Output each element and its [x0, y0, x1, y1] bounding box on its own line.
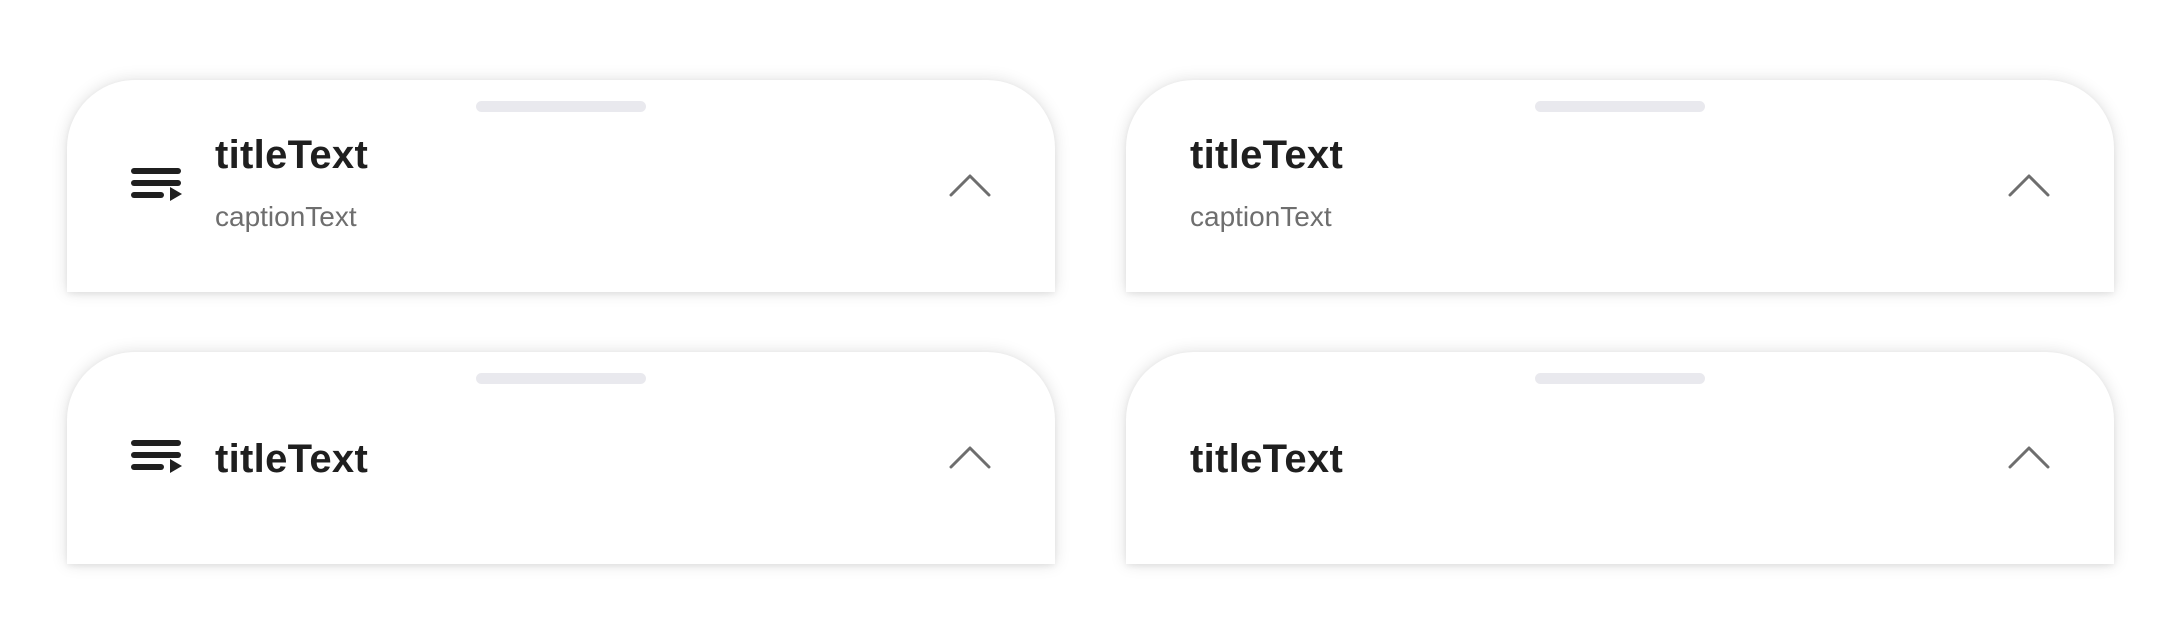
bottom-sheet-header-icon-caption: titleText captionText [67, 80, 1055, 292]
bottom-sheet-header-icon: titleText [67, 352, 1055, 564]
sheet-title: titleText [1190, 437, 1344, 481]
sheet-caption: captionText [215, 201, 357, 232]
playlist-play-icon [131, 440, 182, 473]
drag-handle[interactable] [476, 373, 646, 384]
drag-handle[interactable] [476, 101, 646, 112]
sheet-title: titleText [1190, 133, 1344, 177]
drag-handle[interactable] [1535, 101, 1705, 112]
sheet-title: titleText [215, 133, 369, 177]
chevron-up-icon[interactable] [2008, 172, 2050, 198]
chevron-up-icon[interactable] [2008, 444, 2050, 470]
drag-handle[interactable] [1535, 373, 1705, 384]
playlist-play-icon [131, 168, 182, 201]
sheet-caption: captionText [1190, 201, 1332, 232]
chevron-up-icon[interactable] [949, 172, 991, 198]
chevron-up-icon[interactable] [949, 444, 991, 470]
sheet-title: titleText [215, 437, 369, 481]
bottom-sheet-header-plain: titleText [1126, 352, 2114, 564]
bottom-sheet-header-caption: titleText captionText [1126, 80, 2114, 292]
